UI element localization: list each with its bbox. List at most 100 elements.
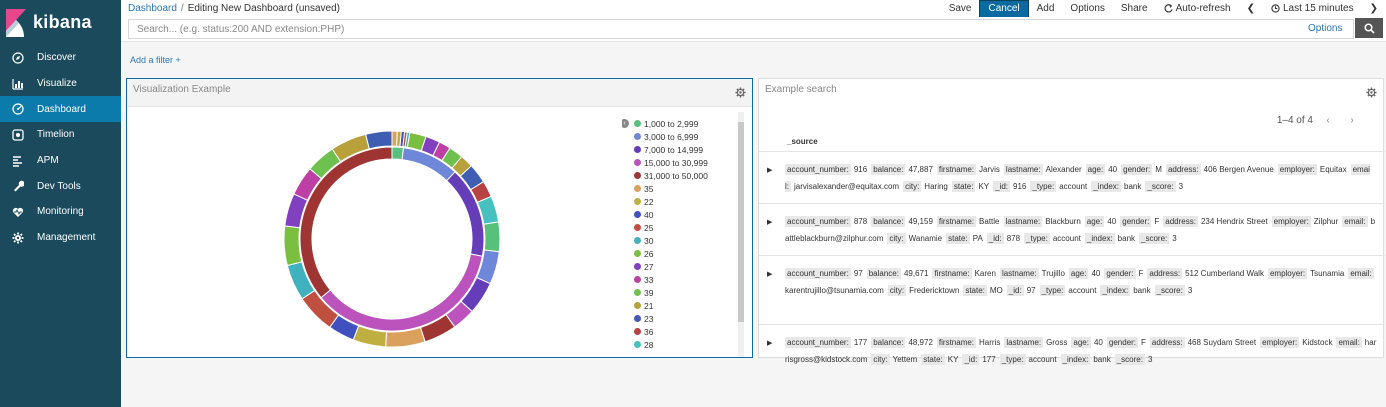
table-row[interactable]: ▶ account_number: 916 balance: 47,887 firstna… <box>759 151 1385 203</box>
search-input[interactable]: Search... (e.g. status:200 AND extension… <box>128 19 1354 39</box>
legend-item[interactable]: 39 <box>634 286 737 299</box>
time-prev-button[interactable]: ❮ <box>1239 0 1263 17</box>
legend-label: 21 <box>644 300 654 311</box>
search-button[interactable] <box>1355 18 1383 38</box>
expand-caret-icon[interactable]: ▶ <box>767 214 772 231</box>
legend-item[interactable]: 36 <box>634 325 737 338</box>
field-key: balance: <box>866 268 901 279</box>
sidebar-item-management[interactable]: Management <box>0 225 121 251</box>
search-panel: Example search 1–4 of 4 ‹ › _source ▶ acc… <box>758 78 1385 365</box>
legend-item[interactable]: 21 <box>634 299 737 312</box>
field-key: account_number: <box>785 337 851 348</box>
legend-item[interactable]: 22 <box>634 195 737 208</box>
legend-item[interactable]: 23 <box>634 312 737 325</box>
field-value: F <box>1141 338 1146 347</box>
field-value: Haring <box>924 182 948 191</box>
panel-title: Visualization Example <box>133 84 231 95</box>
search-options-link[interactable]: Options <box>1308 23 1342 34</box>
donut-outer-slice[interactable] <box>283 225 303 267</box>
field-value: Karen <box>974 269 996 278</box>
kibana-logo[interactable]: kibana <box>0 0 121 45</box>
field-key: city: <box>871 354 890 365</box>
table-row[interactable]: ▶ account_number: 177 balance: 48,972 firstna… <box>759 324 1385 365</box>
legend-label: 31,000 to 50,000 <box>644 170 708 181</box>
expand-caret-icon[interactable]: ▶ <box>767 266 772 283</box>
field-value: 49,671 <box>903 269 929 278</box>
panel-gear-icon[interactable] <box>1366 87 1377 98</box>
next-page-button[interactable]: › <box>1343 111 1361 129</box>
expand-caret-icon[interactable]: ▶ <box>767 162 772 179</box>
legend-swatch <box>634 159 641 166</box>
save-button[interactable]: Save <box>941 0 980 17</box>
legend-item[interactable]: 40 <box>634 208 737 221</box>
sidebar-item-label: Monitoring <box>37 206 84 218</box>
legend-item[interactable]: 15,000 to 30,999 <box>634 156 737 169</box>
table-row[interactable]: ▶ account_number: 97 balance: 49,671 firstnam… <box>759 255 1385 307</box>
legend-swatch <box>634 328 641 335</box>
field-key: balance: <box>871 164 906 175</box>
legend-item[interactable]: 26 <box>634 247 737 260</box>
sidebar-item-dashboard[interactable]: Dashboard <box>0 96 121 123</box>
top-nav: Dashboard / Editing New Dashboard (unsaved… <box>121 0 1386 18</box>
add-button[interactable]: Add <box>1029 0 1063 17</box>
time-picker-button[interactable]: Last 15 minutes <box>1263 0 1362 17</box>
field-key: lastname: <box>1003 216 1043 227</box>
legend-swatch <box>634 146 641 153</box>
source-column-header: _source <box>787 137 818 146</box>
field-value: karentrujillo@tsunamia.com <box>785 286 884 295</box>
scrollbar-thumb[interactable] <box>738 122 744 322</box>
legend-item[interactable]: 1,000 to 2,999 <box>634 117 737 130</box>
legend-item[interactable]: 28 <box>634 338 737 351</box>
bar-chart-icon <box>11 77 24 90</box>
field-key: _index: <box>1100 285 1131 296</box>
sidebar-item-label: Dev Tools <box>37 180 81 192</box>
share-button[interactable]: Share <box>1113 0 1156 17</box>
legend-label: 23 <box>644 313 654 324</box>
legend-item[interactable]: 33 <box>634 273 737 286</box>
sidebar-item-label: Management <box>37 232 96 244</box>
legend-item[interactable]: 25 <box>634 221 737 234</box>
legend-item[interactable]: 35 <box>634 182 737 195</box>
legend-item[interactable]: 3,000 to 6,999 <box>634 130 737 143</box>
sidebar: kibana Discover Visualize Dashboard Timelio… <box>0 0 121 407</box>
time-next-button[interactable]: ❯ <box>1362 0 1386 17</box>
legend-label: 40 <box>644 209 654 220</box>
sidebar-item-discover[interactable]: Discover <box>0 45 121 71</box>
sidebar-item-timelion[interactable]: Timelion <box>0 122 121 148</box>
legend-item[interactable]: 30 <box>634 234 737 247</box>
field-key: _index: <box>1060 354 1091 365</box>
field-key: city: <box>887 233 906 244</box>
field-key: _score: <box>1139 233 1170 244</box>
options-button[interactable]: Options <box>1062 0 1112 17</box>
legend-item[interactable]: 27 <box>634 260 737 273</box>
field-value: Tsunamia <box>1310 269 1345 278</box>
prev-page-button[interactable]: ‹ <box>1319 111 1337 129</box>
sidebar-item-dev-tools[interactable]: Dev Tools <box>0 173 121 199</box>
sidebar-item-monitoring[interactable]: Monitoring <box>0 199 121 225</box>
auto-refresh-button[interactable]: Auto-refresh <box>1156 0 1239 17</box>
field-key: _id: <box>962 354 980 365</box>
sidebar-item-label: Visualize <box>37 78 77 90</box>
table-row[interactable]: ▶ account_number: 878 balance: 49,159 firstna… <box>759 203 1385 255</box>
donut-outer-slice[interactable] <box>365 130 393 150</box>
legend-label: 36 <box>644 326 654 337</box>
add-filter-link[interactable]: Add a filter + <box>130 55 181 65</box>
breadcrumb-dashboard-link[interactable]: Dashboard <box>128 3 177 14</box>
pager-count: 1–4 of 4 <box>1276 114 1313 126</box>
legend-scrollbar[interactable] <box>738 112 744 357</box>
timelion-icon <box>11 128 24 141</box>
sidebar-item-apm[interactable]: APM <box>0 148 121 174</box>
expand-caret-icon[interactable]: ▶ <box>767 335 772 352</box>
visualization-panel: Visualization Example ‹ 1,000 to 2,999 3,… <box>126 78 753 358</box>
field-value: Yettem <box>892 355 918 364</box>
search-icon <box>1363 22 1375 34</box>
legend-item[interactable]: 7,000 to 14,999 <box>634 143 737 156</box>
sidebar-item-visualize[interactable]: Visualize <box>0 71 121 97</box>
panel-gear-icon[interactable] <box>735 87 746 98</box>
field-value: M <box>1155 165 1162 174</box>
donut-outer-slice[interactable] <box>483 221 501 253</box>
legend-item[interactable]: 31,000 to 50,000 <box>634 169 737 182</box>
field-value: Blackburn <box>1045 217 1081 226</box>
field-key: account_number: <box>785 164 851 175</box>
cancel-button[interactable]: Cancel <box>979 0 1029 18</box>
